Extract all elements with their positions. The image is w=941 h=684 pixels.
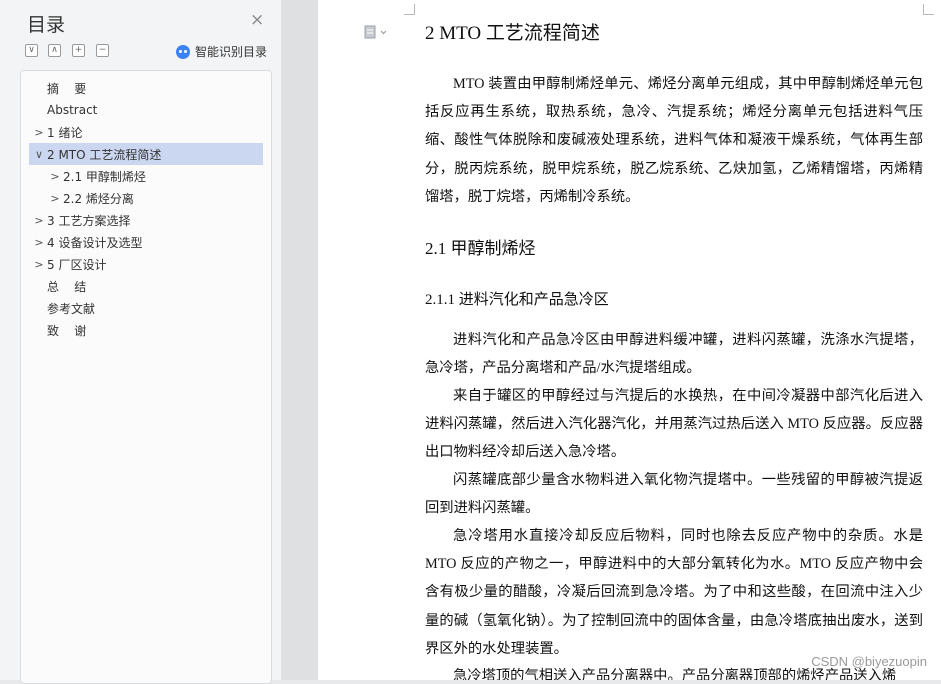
paragraph: 来自于罐区的甲醇经过与汽提后的水换热，在中间冷凝器中部汽化后进入进料闪蒸罐，然后… [425,388,923,461]
toc-item-ch2-2[interactable]: > 2.2 烯烃分离 [47,187,247,209]
margin-corner-mark [923,4,934,15]
chevron-right-icon[interactable]: > [31,258,47,271]
toc-item-label: 致 谢 [47,323,87,338]
watermark: CSDN @biyezuopin [811,654,927,669]
document-page[interactable]: 2 MTO 工艺流程简述 MTO 装置由甲醇制烯烃单元、烯烃分离单元组成，其中甲… [318,0,941,680]
toc-item-references[interactable]: 参考文献 [47,297,247,319]
heading-section-2-1-1: 2.1.1 进料汽化和产品急冷区 [425,292,609,308]
toc-item-ch1[interactable]: > 1 绪论 [31,121,246,143]
toc-item-abstract-cn[interactable]: 摘 要 [47,77,247,99]
collapse-all-button[interactable]: ∨ [25,44,38,57]
toc-title: 目录 [27,14,66,36]
chevron-down-icon[interactable]: ∨ [31,148,47,161]
paragraph: 进料汽化和产品急冷区由甲醇进料缓冲罐，进料闪蒸罐，洗涤水汽提塔，急冷塔，产品分离… [425,332,923,377]
expand-level-up-button[interactable]: ∧ [48,44,61,57]
toc-item-thanks[interactable]: 致 谢 [47,319,247,341]
chevron-right-icon[interactable]: > [31,236,47,249]
document-menu-icon[interactable] [364,24,388,43]
toc-item-summary[interactable]: 总 结 [47,275,247,297]
heading-chapter-2: 2 MTO 工艺流程简述 [425,23,600,44]
paragraph: 急冷塔用水直接冷却反应后物料，同时也除去反应产物中的杂质。水是 MTO 反应的产… [425,528,923,657]
toc-item-label: 3 工艺方案选择 [47,213,131,228]
toc-item-label: 参考文献 [47,301,96,316]
smart-toc-button[interactable]: 智能识别目录 [176,43,267,60]
toc-item-ch3[interactable]: > 3 工艺方案选择 [31,209,246,231]
toc-item-label: 5 厂区设计 [47,257,107,272]
toc-item-label: 总 结 [47,279,87,294]
toc-list: 摘 要 Abstract > 1 绪论 ∨ 2 MTO 工艺流程简述 > 2.1… [20,70,272,684]
close-icon[interactable]: × [250,12,264,29]
toc-item-ch5[interactable]: > 5 厂区设计 [31,253,246,275]
margin-corner-mark [404,4,415,15]
toc-item-abstract-en[interactable]: Abstract [47,99,247,121]
page-gutter [281,0,318,680]
toc-item-label: 2.1 甲醇制烯烃 [63,169,146,184]
smart-toc-label: 智能识别目录 [195,45,268,59]
toc-item-ch4[interactable]: > 4 设备设计及选型 [31,231,246,253]
chevron-right-icon[interactable]: > [47,170,63,183]
toc-item-ch2[interactable]: ∨ 2 MTO 工艺流程简述 [29,143,263,165]
add-heading-button[interactable]: + [72,44,85,57]
toc-item-label: 2 MTO 工艺流程简述 [47,147,162,162]
chevron-right-icon[interactable]: > [47,192,63,205]
toc-item-label: 摘 要 [47,81,87,96]
chevron-right-icon[interactable]: > [31,126,47,139]
toc-item-ch2-1[interactable]: > 2.1 甲醇制烯烃 [47,165,247,187]
toc-item-label: Abstract [47,103,98,117]
toc-item-label: 1 绪论 [47,125,83,140]
ai-bot-icon [176,44,190,59]
chevron-right-icon[interactable]: > [31,214,47,227]
paragraph: MTO 装置由甲醇制烯烃单元、烯烃分离单元组成，其中甲醇制烯烃单元包括反应再生系… [425,76,923,205]
heading-section-2-1: 2.1 甲醇制烯烃 [425,239,536,258]
toc-sidebar: 目录 × ∨ ∧ + − 智能识别目录 摘 要 Abstract > 1 绪论 … [0,0,281,684]
toc-item-label: 2.2 烯烃分离 [63,191,134,206]
toc-item-label: 4 设备设计及选型 [47,235,143,250]
paragraph: 闪蒸罐底部少量含水物料进入氧化物汽提塔中。一些残留的甲醇被汽提返回到进料闪蒸罐。 [425,472,923,517]
remove-heading-button[interactable]: − [96,44,109,57]
